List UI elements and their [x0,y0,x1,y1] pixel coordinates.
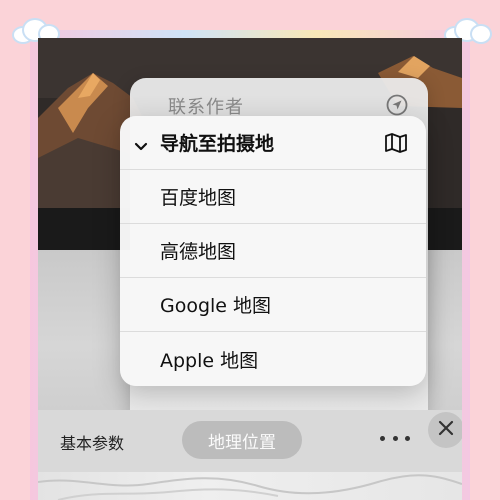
google-map-option[interactable]: Google 地图 [120,278,426,332]
more-icon[interactable] [380,426,410,450]
basic-params-tab[interactable]: 基本参数 [60,430,124,454]
navigate-to-location-header[interactable]: 导航至拍摄地 [120,116,426,170]
amap-label: 高德地图 [160,241,237,263]
map-icon [384,132,408,159]
apple-map-label: Apple 地图 [160,349,259,372]
close-icon [438,420,454,440]
navigate-header-label: 导航至拍摄地 [160,133,275,155]
phone-screen: 联系作者 导航至拍摄地 百度地图 高德地图 Google 地图 Apple 地图… [38,38,462,500]
amap-option[interactable]: 高德地图 [120,224,426,278]
google-map-label: Google 地图 [160,295,272,317]
baidu-map-label: 百度地图 [160,187,237,209]
chevron-down-icon [134,135,148,157]
location-tab[interactable]: 地理位置 [182,421,302,459]
baidu-map-option[interactable]: 百度地图 [120,170,426,224]
apple-map-option[interactable]: Apple 地图 [120,332,426,386]
close-button[interactable] [428,412,462,448]
navigation-menu: 导航至拍摄地 百度地图 高德地图 Google 地图 Apple 地图 [120,116,426,386]
map-preview [38,472,462,500]
bottom-toolbar: 基本参数 地理位置 [38,410,462,472]
